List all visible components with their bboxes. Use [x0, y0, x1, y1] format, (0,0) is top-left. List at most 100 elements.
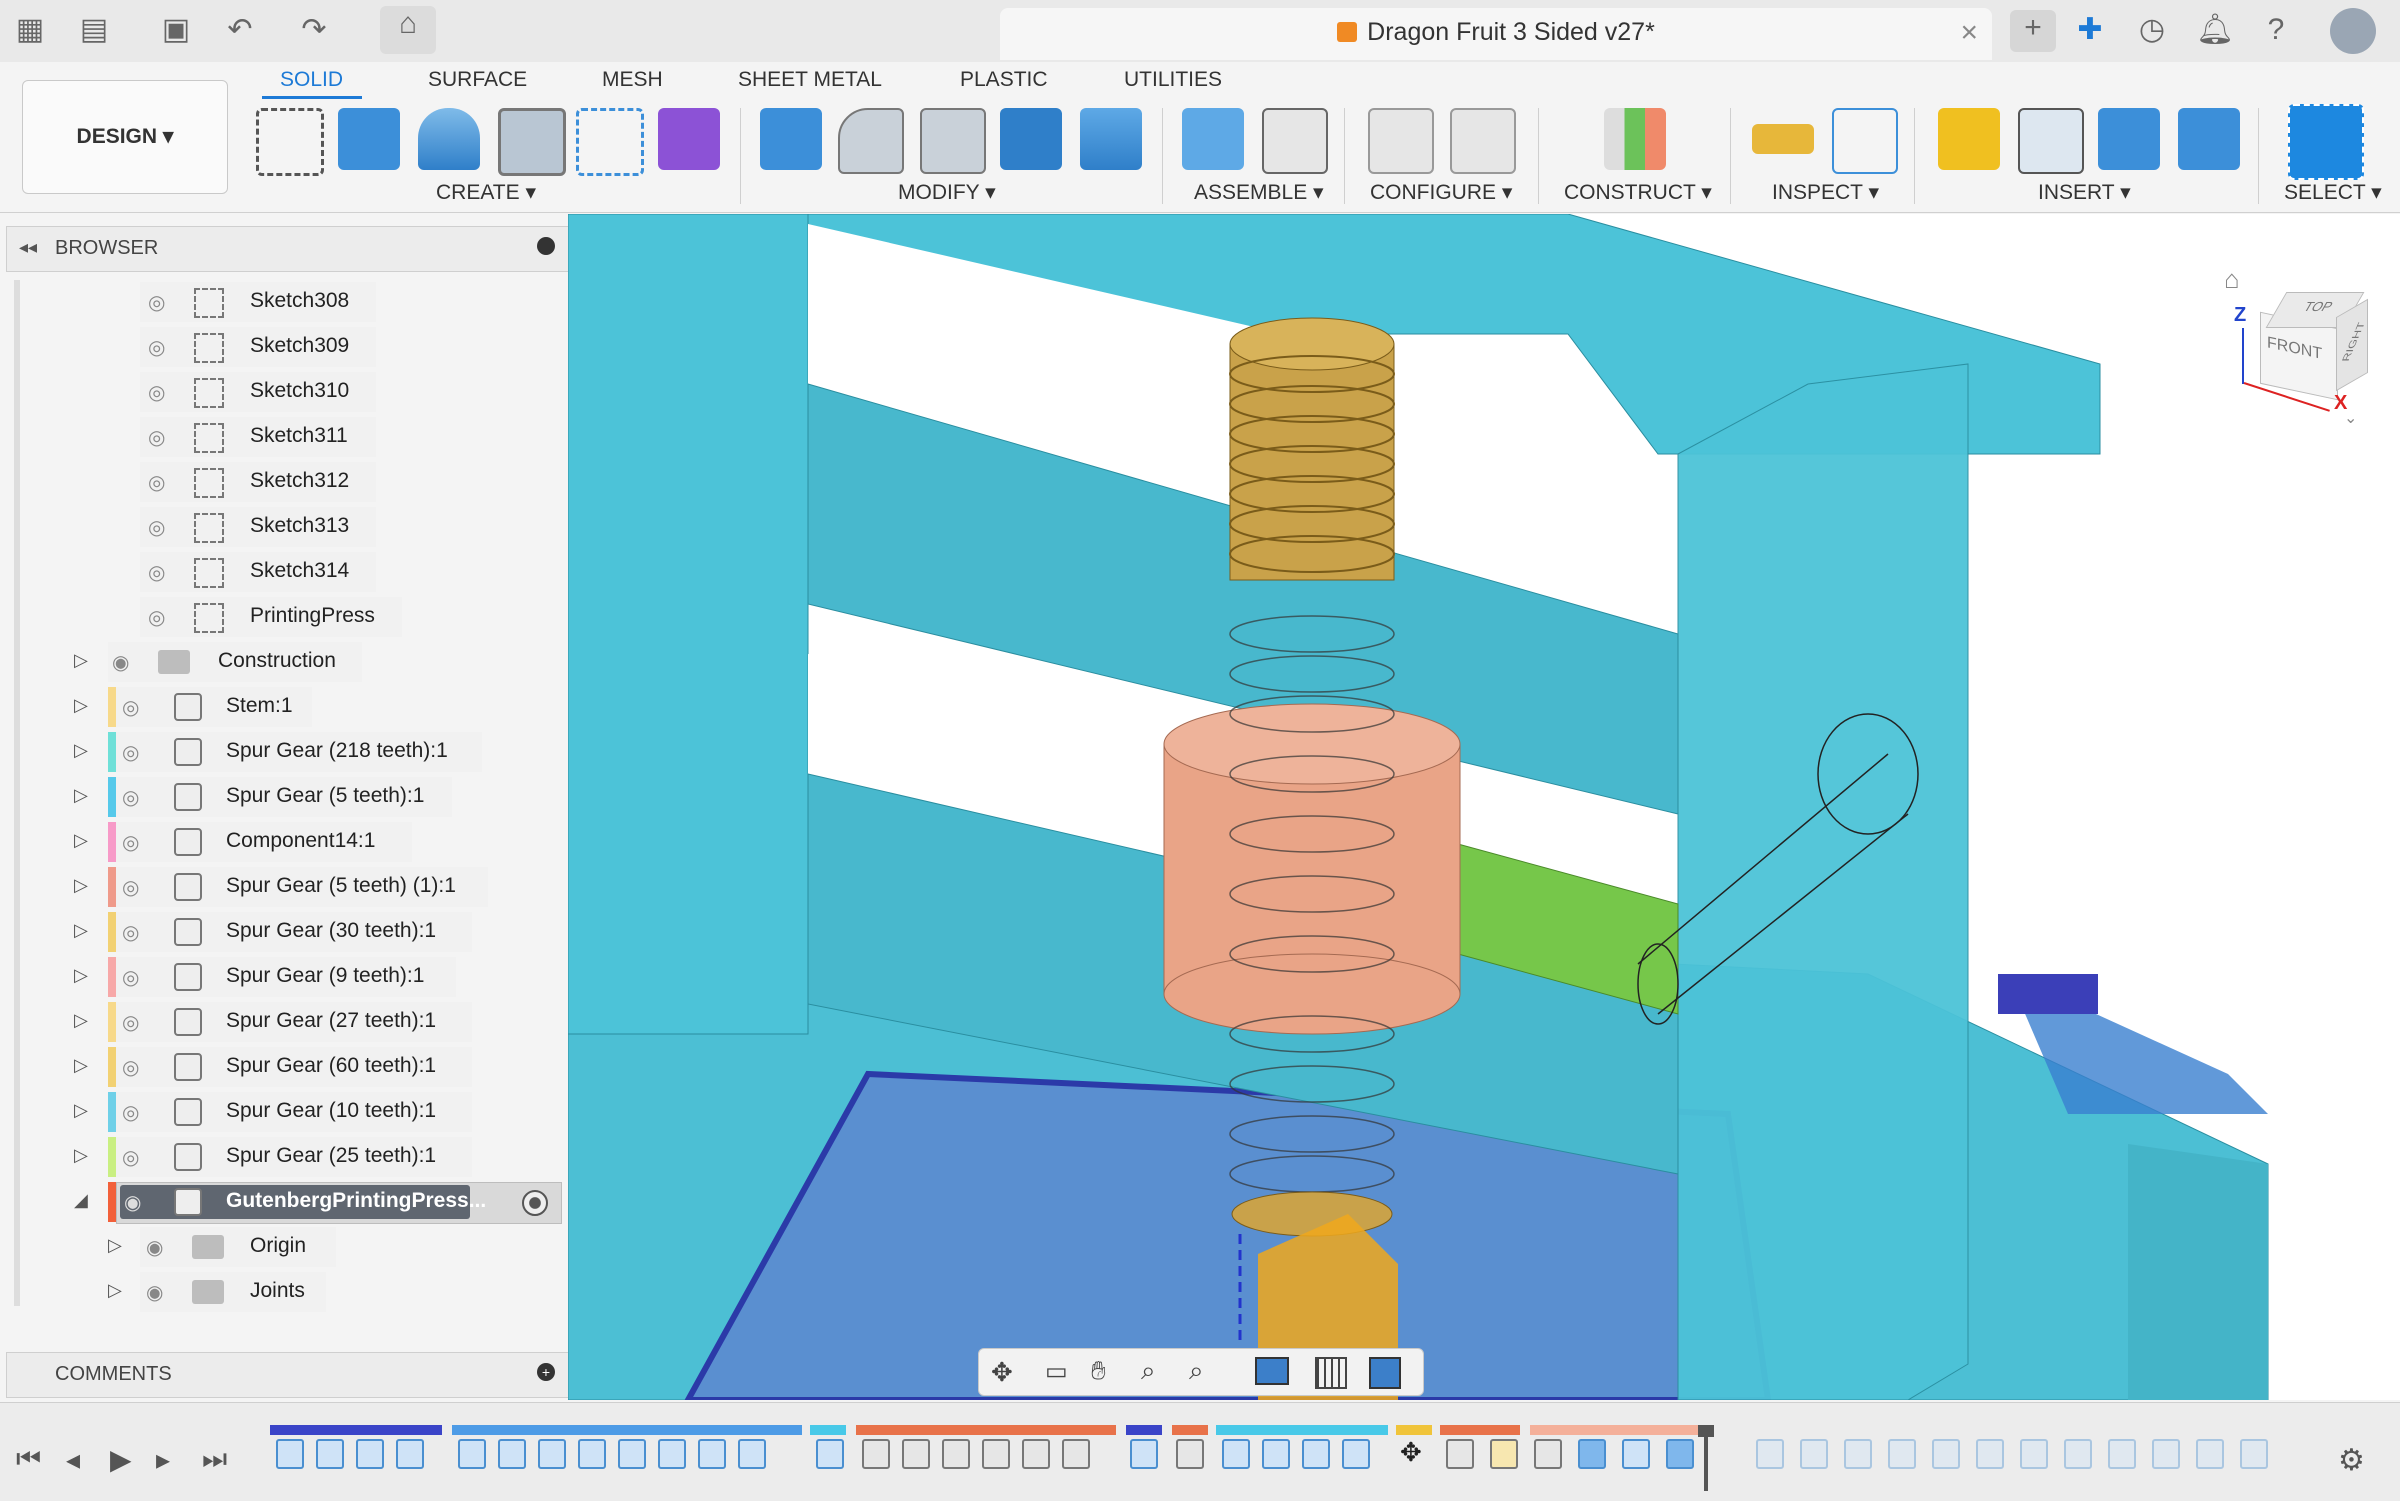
list-item[interactable]: ▷ ◎ Spur Gear (30 teeth):1: [70, 912, 490, 952]
workspace-switcher-button[interactable]: DESIGN ▾: [22, 80, 228, 194]
timeline-feature-suppressed[interactable]: [2152, 1439, 2180, 1469]
timeline-marker-handle[interactable]: [1698, 1425, 1714, 1437]
grid-settings-icon[interactable]: [1315, 1357, 1347, 1389]
timeline-feature[interactable]: [276, 1439, 304, 1469]
list-item[interactable]: ▷ ◎ Spur Gear (218 teeth):1: [70, 732, 490, 772]
help-icon[interactable]: ?: [2258, 12, 2294, 48]
activate-radio-icon[interactable]: [522, 1190, 548, 1216]
expand-icon[interactable]: ▷: [74, 1145, 88, 1166]
timeline-feature-suppressed[interactable]: [2064, 1439, 2092, 1469]
close-icon[interactable]: ×: [1960, 16, 1978, 50]
timeline-feature[interactable]: [1666, 1439, 1694, 1469]
list-item[interactable]: ◎ Sketch314: [140, 552, 380, 592]
list-item[interactable]: ▷ ◉ Origin: [104, 1227, 344, 1267]
insert-menu[interactable]: INSERT ▾: [2038, 180, 2131, 205]
list-item[interactable]: ▷ ◎ Component14:1: [70, 822, 490, 862]
avatar[interactable]: [2330, 8, 2376, 54]
timeline-feature-suppressed[interactable]: [2240, 1439, 2268, 1469]
timeline-feature[interactable]: [396, 1439, 424, 1469]
configure-icon[interactable]: [1368, 108, 1434, 174]
expand-icon[interactable]: ▷: [74, 695, 88, 716]
step-back-icon[interactable]: ◂: [66, 1443, 80, 1476]
fit-icon[interactable]: ⌕: [1189, 1355, 1204, 1387]
timeline-feature[interactable]: [578, 1439, 606, 1469]
timeline-feature-suppressed[interactable]: [1800, 1439, 1828, 1469]
expand-icon[interactable]: ▷: [108, 1280, 122, 1301]
timeline-feature-suppressed[interactable]: [1932, 1439, 1960, 1469]
construct-menu[interactable]: CONSTRUCT ▾: [1564, 180, 1712, 205]
app-grid-icon[interactable]: ▦: [12, 12, 48, 48]
tab-solid[interactable]: SOLID: [280, 68, 343, 92]
eye-hidden-icon[interactable]: ◎: [122, 1055, 152, 1079]
timeline-feature[interactable]: [1222, 1439, 1250, 1469]
new-tab-icon[interactable]: +: [2010, 10, 2056, 52]
timeline-joint[interactable]: [982, 1439, 1010, 1469]
timeline-feature[interactable]: [1490, 1439, 1518, 1469]
eye-hidden-icon[interactable]: ◎: [122, 830, 152, 854]
list-item[interactable]: ▷ ◎ Stem:1: [70, 687, 470, 727]
collapse-panel-icon[interactable]: ◂◂: [19, 237, 37, 258]
list-item[interactable]: ▷ ◎ Spur Gear (5 teeth) (1):1: [70, 867, 510, 907]
timeline-settings-gear-icon[interactable]: ⚙: [2338, 1443, 2365, 1478]
expand-icon[interactable]: ▷: [74, 785, 88, 806]
timeline-feature-suppressed[interactable]: [1976, 1439, 2004, 1469]
timeline-joint[interactable]: [1062, 1439, 1090, 1469]
timeline-feature[interactable]: [738, 1439, 766, 1469]
eye-hidden-icon[interactable]: ◎: [148, 560, 178, 584]
eye-hidden-icon[interactable]: ◎: [122, 785, 152, 809]
list-item[interactable]: ◎ Sketch313: [140, 507, 380, 547]
timeline-feature[interactable]: [658, 1439, 686, 1469]
hole-icon[interactable]: [498, 108, 566, 176]
timeline-feature[interactable]: [538, 1439, 566, 1469]
eye-visible-icon[interactable]: ◉: [124, 1190, 154, 1214]
timeline-feature[interactable]: [816, 1439, 844, 1469]
timeline-marker[interactable]: [1704, 1431, 1708, 1491]
job-status-icon[interactable]: ◷: [2134, 12, 2170, 48]
save-icon[interactable]: ▣: [158, 12, 194, 48]
shell-icon[interactable]: [920, 108, 986, 174]
display-settings-icon[interactable]: [1255, 1357, 1289, 1385]
list-item[interactable]: ◎ Sketch310: [140, 372, 380, 412]
active-component-row[interactable]: ◢ ◉ GutenbergPrintingPress...: [70, 1182, 570, 1224]
expand-icon[interactable]: ▷: [74, 1010, 88, 1031]
step-forward-icon[interactable]: ▸: [156, 1443, 170, 1476]
timeline-feature-suppressed[interactable]: [1888, 1439, 1916, 1469]
list-item[interactable]: ◎ Sketch312: [140, 462, 380, 502]
document-tab[interactable]: Dragon Fruit 3 Sided v27* ×: [1000, 8, 1992, 60]
insert-image-icon[interactable]: [2178, 108, 2240, 170]
tab-plastic[interactable]: PLASTIC: [960, 68, 1048, 92]
go-to-start-icon[interactable]: ⏮︎: [16, 1443, 41, 1476]
view-cube[interactable]: ⌂ FRONT TOP RIGHT Z X ⌄: [2218, 264, 2368, 427]
timeline-feature[interactable]: [1130, 1439, 1158, 1469]
timeline-feature-suppressed[interactable]: [1844, 1439, 1872, 1469]
eye-hidden-icon[interactable]: ◎: [122, 920, 152, 944]
timeline-joint[interactable]: [1022, 1439, 1050, 1469]
viewports-icon[interactable]: [1369, 1357, 1401, 1389]
pattern-icon[interactable]: [576, 108, 644, 176]
eye-hidden-icon[interactable]: ◎: [122, 965, 152, 989]
extensions-icon[interactable]: ✚: [2072, 12, 2108, 48]
go-to-end-icon[interactable]: ⏭︎: [202, 1443, 227, 1476]
select-menu[interactable]: SELECT ▾: [2284, 180, 2382, 205]
insert-mcmaster-icon[interactable]: [2098, 108, 2160, 170]
expand-icon[interactable]: ▷: [74, 830, 88, 851]
list-item[interactable]: ▷ ◎ Spur Gear (27 teeth):1: [70, 1002, 490, 1042]
list-item[interactable]: ▷ ◉ Joints: [104, 1272, 344, 1312]
browser-scrollbar[interactable]: [14, 280, 20, 1306]
list-item[interactable]: ▷ ◎ Spur Gear (5 teeth):1: [70, 777, 490, 817]
list-item[interactable]: ◎ Sketch309: [140, 327, 380, 367]
eye-hidden-icon[interactable]: ◎: [148, 515, 178, 539]
expand-icon[interactable]: ▷: [74, 1100, 88, 1121]
press-pull-icon[interactable]: [760, 108, 822, 170]
eye-hidden-icon[interactable]: ◎: [122, 1100, 152, 1124]
timeline-joint[interactable]: [1446, 1439, 1474, 1469]
list-item[interactable]: ▷ ◉ Construction: [70, 642, 370, 682]
timeline-joint[interactable]: [1534, 1439, 1562, 1469]
look-at-icon[interactable]: ▭: [1045, 1357, 1068, 1386]
list-item[interactable]: ◎ PrintingPress: [140, 597, 410, 637]
eye-hidden-icon[interactable]: ◎: [122, 695, 152, 719]
expand-icon[interactable]: ▷: [74, 650, 88, 671]
list-item[interactable]: ▷ ◎ Spur Gear (10 teeth):1: [70, 1092, 490, 1132]
tab-mesh[interactable]: MESH: [602, 68, 663, 92]
timeline-feature-suppressed[interactable]: [2196, 1439, 2224, 1469]
